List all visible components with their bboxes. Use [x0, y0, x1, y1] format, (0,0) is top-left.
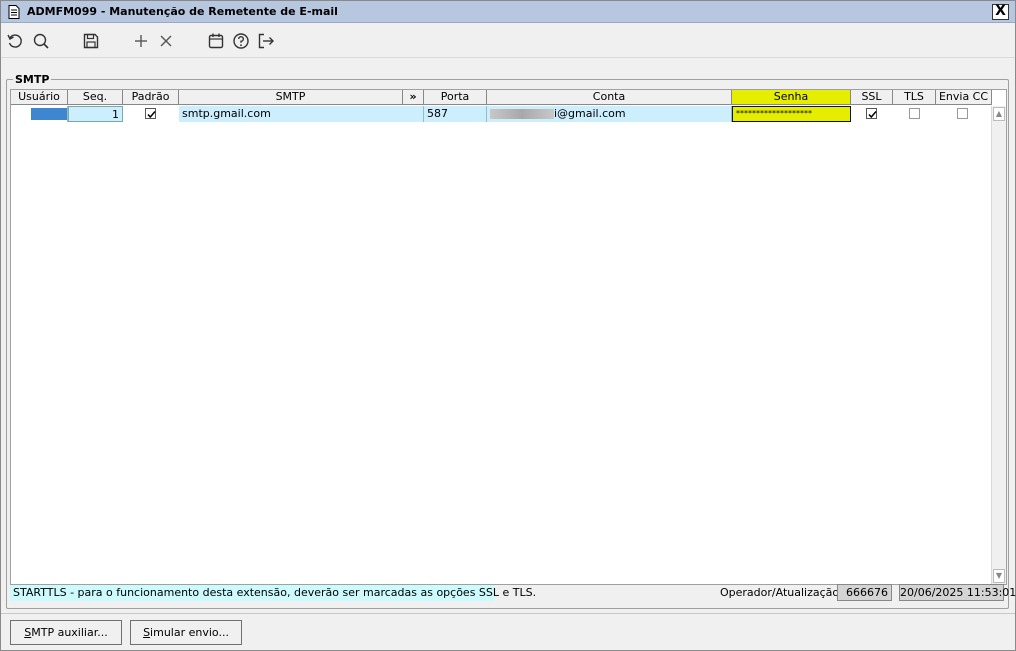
column-header-tls[interactable]: TLS — [893, 90, 936, 105]
padrao-checkbox[interactable] — [145, 108, 156, 119]
column-header-envia-cc[interactable]: Envia CC — [936, 90, 992, 105]
simular-envio-button[interactable]: Simular envio... — [130, 620, 242, 645]
title-bar: ADMFM099 - Manutenção de Remetente de E-… — [1, 1, 1015, 23]
column-header-usuario[interactable]: Usuário — [11, 90, 68, 105]
help-icon[interactable] — [232, 32, 252, 52]
column-header-smtp[interactable]: SMTP — [179, 90, 403, 105]
smtp-auxiliar-button[interactable]: SMTP auxiliar... — [10, 620, 122, 645]
ssl-checkbox[interactable] — [866, 108, 877, 119]
simulate-mnemonic: S — [143, 626, 151, 639]
window-title: ADMFM099 - Manutenção de Remetente de E-… — [27, 5, 338, 18]
close-button[interactable]: X — [992, 4, 1009, 20]
column-header-ssl[interactable]: SSL — [851, 90, 893, 105]
cell-smtp[interactable]: smtp.gmail.com — [179, 106, 424, 122]
redacted-user — [31, 108, 67, 120]
separator — [1, 613, 1015, 614]
cell-conta[interactable]: i@gmail.com — [487, 106, 732, 122]
cell-usuario[interactable] — [11, 106, 68, 122]
scroll-down-icon[interactable]: ▼ — [993, 569, 1005, 583]
scroll-up-icon[interactable]: ▲ — [993, 107, 1005, 121]
updated-at-field: 20/06/2025 11:53:01 — [899, 584, 1016, 601]
smtp-grid[interactable]: Usuário Seq. Padrão SMTP » Porta Conta S… — [10, 89, 1007, 585]
cell-ssl[interactable] — [851, 106, 893, 122]
add-icon[interactable] — [132, 32, 152, 52]
refresh-icon[interactable] — [6, 32, 26, 52]
cell-seq[interactable]: 1 — [68, 106, 123, 122]
operator-label: Operador/Atualização — [720, 586, 840, 599]
column-expand-icon[interactable]: » — [403, 90, 424, 105]
toolbar — [1, 24, 1015, 58]
vertical-scrollbar[interactable]: ▲ ▼ — [991, 106, 1006, 584]
cell-envia-cc[interactable] — [936, 106, 992, 122]
exit-icon[interactable] — [257, 32, 277, 52]
smtp-aux-label: MTP auxiliar... — [31, 626, 108, 639]
column-header-conta[interactable]: Conta — [487, 90, 732, 105]
conta-suffix: i@gmail.com — [554, 107, 626, 120]
cell-tls[interactable] — [893, 106, 936, 122]
cell-senha[interactable]: ******************* — [732, 106, 851, 122]
column-header-porta[interactable]: Porta — [424, 90, 487, 105]
save-icon[interactable] — [82, 32, 102, 52]
search-icon[interactable] — [32, 32, 52, 52]
simulate-label: imular envio... — [150, 626, 229, 639]
main-window: ADMFM099 - Manutenção de Remetente de E-… — [0, 0, 1016, 651]
smtp-group-label: SMTP — [13, 73, 52, 86]
cell-porta[interactable]: 587 — [424, 106, 487, 122]
cell-padrao[interactable] — [123, 106, 179, 122]
redacted-account — [490, 109, 554, 119]
tls-checkbox[interactable] — [909, 108, 920, 119]
document-icon — [8, 5, 20, 19]
column-header-padrao[interactable]: Padrão — [123, 90, 179, 105]
envia-cc-checkbox[interactable] — [957, 108, 968, 119]
starttls-hint: STARTTLS - para o funcionamento desta ex… — [10, 585, 536, 601]
delete-icon[interactable] — [157, 32, 177, 52]
calendar-icon[interactable] — [207, 32, 227, 52]
column-header-senha[interactable]: Senha — [732, 90, 851, 105]
operator-id-field: 666676 — [837, 584, 892, 601]
column-header-seq[interactable]: Seq. — [68, 90, 123, 105]
